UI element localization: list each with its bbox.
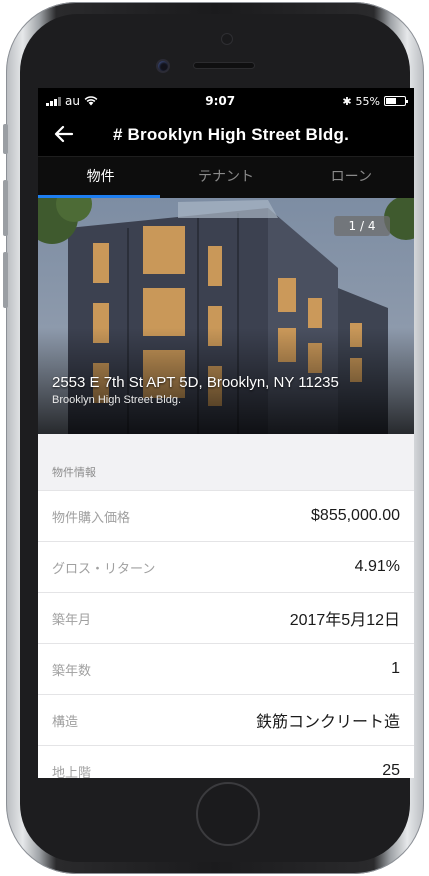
app-screen: au 9:07 ✱ 55% # Brooklyn High Street Bld…	[38, 88, 414, 778]
photo-caption: 2553 E 7th St APT 5D, Brooklyn, NY 11235…	[52, 374, 339, 406]
list-item: 築年月 2017年5月12日	[38, 592, 414, 643]
row-value: $855,000.00	[311, 507, 400, 524]
battery-icon	[384, 96, 408, 106]
volume-down-button	[3, 252, 8, 308]
row-label: 築年月	[52, 612, 92, 628]
bluetooth-icon: ✱	[342, 94, 352, 108]
list-item: 地上階 25	[38, 745, 414, 778]
row-label: グロス・リターン	[52, 561, 156, 577]
front-camera	[158, 61, 168, 71]
tab-property[interactable]: 物件	[38, 157, 163, 198]
wifi-icon	[84, 96, 98, 106]
row-label: 物件購入価格	[52, 510, 131, 526]
row-value: 鉄筋コンクリート造	[255, 714, 400, 731]
photo-pager-badge: 1 / 4	[334, 216, 390, 236]
list-item: 築年数 1	[38, 643, 414, 694]
status-bar: au 9:07 ✱ 55%	[38, 88, 414, 114]
carrier-label: au	[65, 94, 80, 108]
row-value: 4.91%	[354, 558, 400, 575]
volume-up-button	[3, 180, 8, 236]
home-button[interactable]	[196, 782, 260, 846]
building-name: Brooklyn High Street Bldg.	[52, 394, 182, 406]
section-title: 物件情報	[52, 466, 96, 479]
tab-tenant[interactable]: テナント	[163, 157, 288, 198]
signal-icon	[46, 96, 61, 106]
battery-percent: 55%	[355, 94, 380, 108]
top-sensor	[222, 34, 232, 44]
row-label: 地上階	[52, 765, 92, 779]
property-info-section: 物件情報 物件購入価格 $855,000.00 グロス・リターン 4.91% 築…	[38, 434, 414, 778]
property-address: 2553 E 7th St APT 5D, Brooklyn, NY 11235	[52, 374, 339, 391]
page-title: # Brooklyn High Street Bldg.	[112, 125, 350, 144]
mute-switch	[3, 124, 8, 154]
row-label: 構造	[52, 714, 79, 730]
row-value: 1	[391, 660, 400, 677]
row-value: 25	[382, 762, 400, 778]
status-time: 9:07	[205, 94, 236, 108]
list-item: 物件購入価格 $855,000.00	[38, 490, 414, 541]
property-info-list: 物件購入価格 $855,000.00 グロス・リターン 4.91% 築年月 20…	[38, 490, 414, 778]
navigation-bar: # Brooklyn High Street Bldg.	[38, 114, 414, 156]
tab-bar: 物件 テナント ローン	[38, 156, 414, 198]
back-arrow-icon[interactable]	[52, 122, 76, 146]
property-photo-carousel[interactable]: 1 / 4 2553 E 7th St APT 5D, Brooklyn, NY…	[38, 198, 414, 434]
row-label: 築年数	[52, 663, 92, 679]
list-item: グロス・リターン 4.91%	[38, 541, 414, 592]
row-value: 2017年5月12日	[289, 612, 400, 629]
tab-loan[interactable]: ローン	[289, 157, 414, 198]
list-item: 構造 鉄筋コンクリート造	[38, 694, 414, 745]
earpiece-speaker	[194, 63, 254, 68]
